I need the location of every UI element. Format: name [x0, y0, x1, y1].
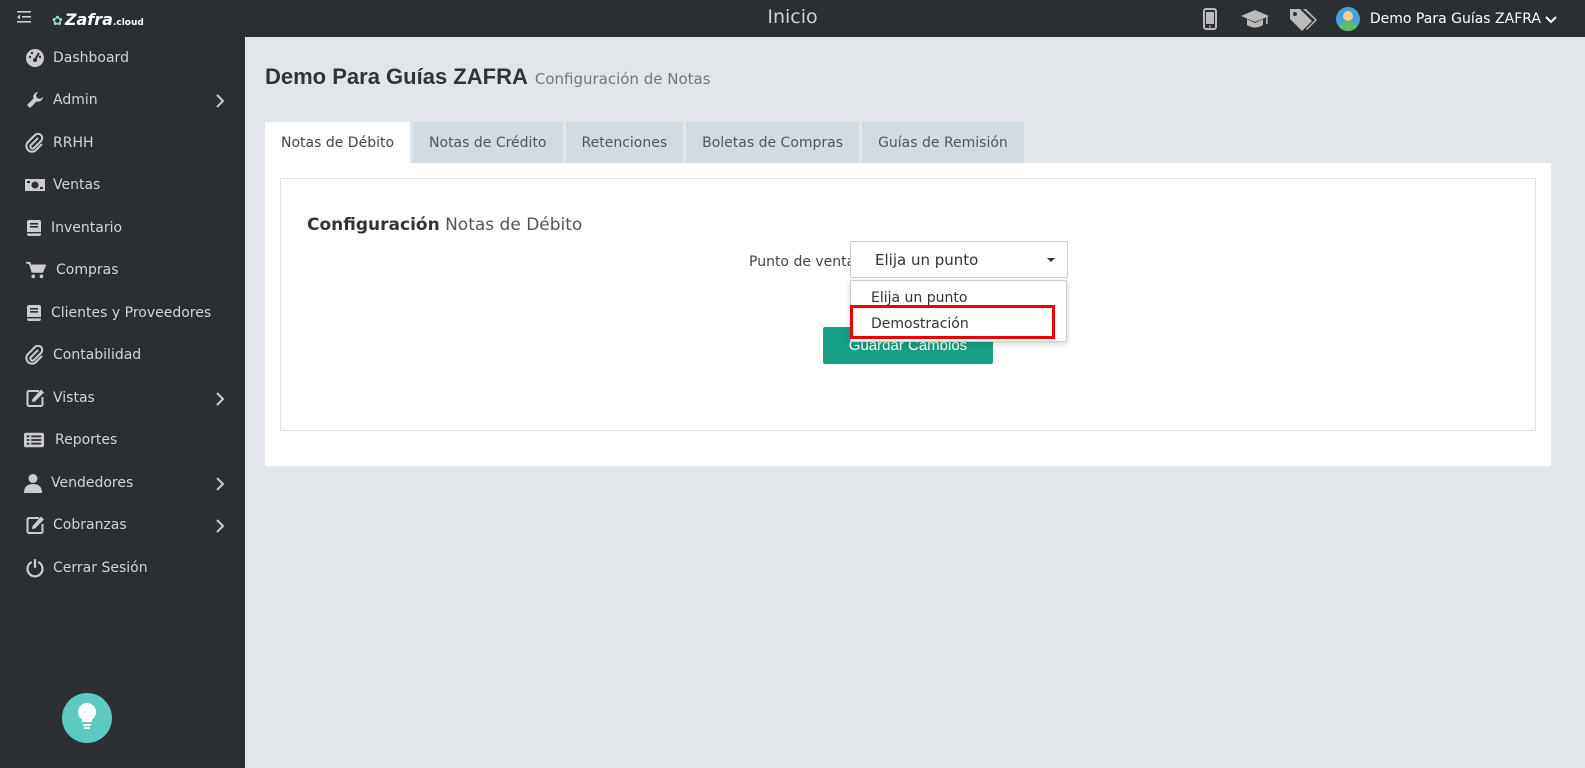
dropdown-option[interactable]: Elija un punto [851, 285, 1066, 311]
tab-guias-remision[interactable]: Guías de Remisión [862, 122, 1024, 163]
chevron-right-icon [215, 518, 225, 533]
sidebar-item-reportes[interactable]: Reportes [0, 420, 245, 460]
menu-toggle-icon[interactable] [17, 9, 31, 23]
sidebar-item-label: Ventas [53, 177, 101, 193]
logo[interactable]: ✿ Zafra .cloud [52, 10, 144, 29]
avatar [1335, 6, 1360, 31]
chevron-right-icon [215, 476, 225, 491]
sidebar-item-inventario[interactable]: Inventario [0, 208, 245, 248]
tab-bar: Notas de Débito Notas de Crédito Retenci… [265, 122, 1027, 163]
sidebar-item-label: Vendedores [51, 475, 134, 491]
help-lightbulb-button[interactable] [62, 693, 112, 743]
money-icon [25, 175, 45, 195]
tab-notas-debito[interactable]: Notas de Débito [265, 122, 411, 163]
sidebar: Dashboard Admin RRHH Ventas Inventario C… [0, 37, 245, 768]
punto-de-venta-label: Punto de venta [749, 254, 856, 270]
user-name: Demo Para Guías ZAFRA [1369, 10, 1541, 27]
edit-icon [25, 515, 45, 535]
sidebar-item-ventas[interactable]: Ventas [0, 165, 245, 205]
graduation-cap-icon[interactable] [1240, 7, 1270, 31]
sidebar-item-clientes-proveedores[interactable]: Clientes y Proveedores [0, 293, 245, 333]
chevron-down-icon [1545, 9, 1557, 28]
punto-de-venta-select[interactable]: Elija un punto [850, 241, 1068, 278]
chevron-right-icon [215, 93, 225, 108]
sidebar-item-label: Vistas [53, 390, 95, 406]
cart-icon [26, 260, 46, 280]
tab-boletas-compras[interactable]: Boletas de Compras [686, 122, 860, 163]
dashboard-icon [25, 48, 45, 68]
lightbulb-icon [77, 702, 97, 734]
sidebar-item-label: Clientes y Proveedores [51, 305, 212, 321]
page-title: Demo Para Guías ZAFRA [265, 64, 528, 89]
logo-leaf-icon: ✿ [52, 14, 63, 29]
paperclip-icon [25, 345, 45, 365]
logo-suffix: .cloud [112, 18, 144, 28]
sidebar-item-label: Dashboard [53, 50, 129, 66]
page-header: Demo Para Guías ZAFRA Configuración de N… [265, 64, 711, 90]
book-icon [24, 218, 44, 238]
config-title-rest: Notas de Débito [445, 215, 583, 235]
sidebar-item-vendedores[interactable]: Vendedores [0, 463, 245, 503]
wrench-icon [25, 90, 45, 110]
select-value: Elija un punto [875, 250, 979, 269]
tags-icon[interactable] [1288, 7, 1318, 31]
tab-retenciones[interactable]: Retenciones [565, 122, 684, 163]
caret-down-icon [1047, 258, 1055, 262]
sidebar-item-admin[interactable]: Admin [0, 80, 245, 120]
sidebar-item-label: RRHH [53, 135, 94, 151]
top-bar: ✿ Zafra .cloud Inicio Demo Para Guías ZA… [0, 0, 1585, 37]
sidebar-item-vistas[interactable]: Vistas [0, 378, 245, 418]
sidebar-item-label: Compras [56, 262, 119, 278]
user-icon [23, 473, 43, 493]
sidebar-item-rrhh[interactable]: RRHH [0, 123, 245, 163]
sidebar-item-label: Cerrar Sesión [53, 560, 148, 576]
sidebar-item-label: Admin [53, 92, 98, 108]
sidebar-item-label: Cobranzas [53, 517, 127, 533]
sidebar-item-cerrar-sesion[interactable]: Cerrar Sesión [0, 548, 245, 588]
config-title: Configuración Notas de Débito [307, 215, 582, 235]
sidebar-item-contabilidad[interactable]: Contabilidad [0, 335, 245, 375]
sidebar-item-cobranzas[interactable]: Cobranzas [0, 505, 245, 545]
book-icon [24, 303, 44, 323]
sidebar-item-label: Inventario [51, 220, 123, 236]
sidebar-item-compras[interactable]: Compras [0, 250, 245, 290]
punto-de-venta-dropdown: Elija un punto Demostración [850, 280, 1067, 342]
mobile-icon[interactable] [1198, 7, 1222, 31]
logo-text: Zafra [64, 10, 113, 29]
list-icon [24, 430, 44, 450]
power-icon [25, 558, 45, 578]
user-menu[interactable]: Demo Para Guías ZAFRA [1335, 6, 1557, 31]
paperclip-icon [25, 133, 45, 153]
dropdown-option[interactable]: Demostración [851, 311, 1066, 337]
config-title-bold: Configuración [307, 215, 440, 235]
sidebar-item-dashboard[interactable]: Dashboard [0, 38, 245, 78]
tab-notas-credito[interactable]: Notas de Crédito [413, 122, 563, 163]
sidebar-item-label: Reportes [55, 432, 118, 448]
page-subtitle: Configuración de Notas [534, 70, 711, 88]
chevron-right-icon [215, 391, 225, 406]
edit-icon [25, 388, 45, 408]
sidebar-item-label: Contabilidad [53, 347, 142, 363]
